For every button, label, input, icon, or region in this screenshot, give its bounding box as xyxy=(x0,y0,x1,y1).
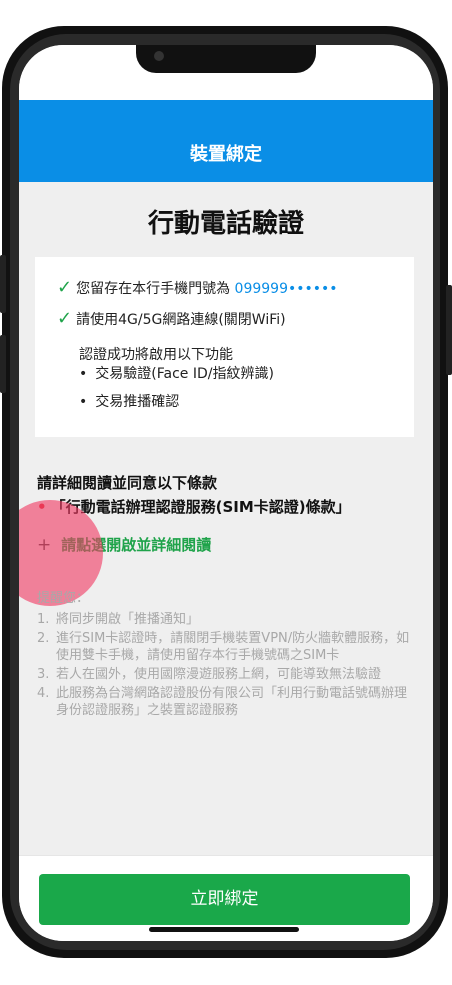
reminder-item: 2. 進行SIM卡認證時，請關閉手機裝置VPN/防火牆軟體服務，如使用雙卡手機，請… xyxy=(37,631,410,663)
phone-side-button xyxy=(446,285,452,375)
reminder-text: 若人在國外，使用國際漫遊服務上網，可能導致無法驗證 xyxy=(56,667,382,682)
camera-icon xyxy=(154,51,164,61)
reminder-text: 將同步開啟「推播通知」 xyxy=(56,612,200,627)
reminder-text: 進行SIM卡認證時，請關閉手機裝置VPN/防火牆軟體服務，如使用雙卡手機，請使用… xyxy=(56,631,410,663)
app-header: 裝置綁定 xyxy=(19,100,433,182)
reminder-item: 4. 此服務為台灣網路認證股份有限公司「利用行動電話號碼辦理身份認證服務」之裝置認… xyxy=(37,686,408,718)
check-phone-text: 您留存在本行手機門號為 xyxy=(76,281,231,297)
reminder-section: 提醒您： 1. 將同步開啟「推播通知」 2. 進行SIM卡認證時，請關閉手機裝置VP… xyxy=(37,590,417,721)
bullet-icon: • xyxy=(79,394,88,410)
phone-notch xyxy=(136,45,316,73)
feature-label: 交易推播確認 xyxy=(95,394,180,410)
home-indicator[interactable] xyxy=(149,927,299,932)
phone-side-button xyxy=(0,255,6,313)
phone-number: 099999•••••• xyxy=(234,281,338,297)
info-card: ✓ 您留存在本行手機門號為 099999•••••• ✓ 請使用4G/5G網路連線(… xyxy=(35,257,414,437)
page-title: 行動電話驗證 xyxy=(147,209,304,239)
feature-item: • 交易推播確認 xyxy=(79,391,179,411)
bind-now-button[interactable]: 立即綁定 xyxy=(39,874,410,925)
features-intro: 認證成功將啟用以下功能 xyxy=(79,347,233,363)
reminder-item: 1. 將同步開啟「推播通知」 xyxy=(37,612,200,627)
feature-label: 交易驗證(Face ID/指紋辨識) xyxy=(95,366,274,382)
phone-screen: 裝置綁定 行動電話驗證 ✓ 您留存在本行手機門號為 099999•••••• ✓ 請… xyxy=(19,45,433,941)
phone-side-button xyxy=(0,335,6,393)
terms-link-label: 「行動電話辦理認證服務(SIM卡認證)條款」 xyxy=(50,498,351,516)
bullet-icon: • xyxy=(79,366,88,382)
reminder-item: 3. 若人在國外，使用國際漫遊服務上網，可能導致無法驗證 xyxy=(37,667,382,682)
check-network-text: 請使用4G/5G網路連線(關閉WiFi) xyxy=(76,312,286,328)
reminder-text: 此服務為台灣網路認證股份有限公司「利用行動電話號碼辦理身份認證服務」之裝置認證服… xyxy=(56,686,408,718)
feature-item: • 交易驗證(Face ID/指紋辨識) xyxy=(79,363,274,383)
header-title: 裝置綁定 xyxy=(190,144,262,165)
check-icon: ✓ xyxy=(57,277,73,298)
check-icon: ✓ xyxy=(57,308,73,329)
reminder-title: 提醒您： xyxy=(37,591,90,606)
check-row-network: ✓ 請使用4G/5G網路連線(關閉WiFi) xyxy=(57,308,286,329)
terms-heading: 請詳細閱讀並同意以下條款 xyxy=(37,474,218,492)
check-row-phone: ✓ 您留存在本行手機門號為 099999•••••• xyxy=(57,277,338,298)
